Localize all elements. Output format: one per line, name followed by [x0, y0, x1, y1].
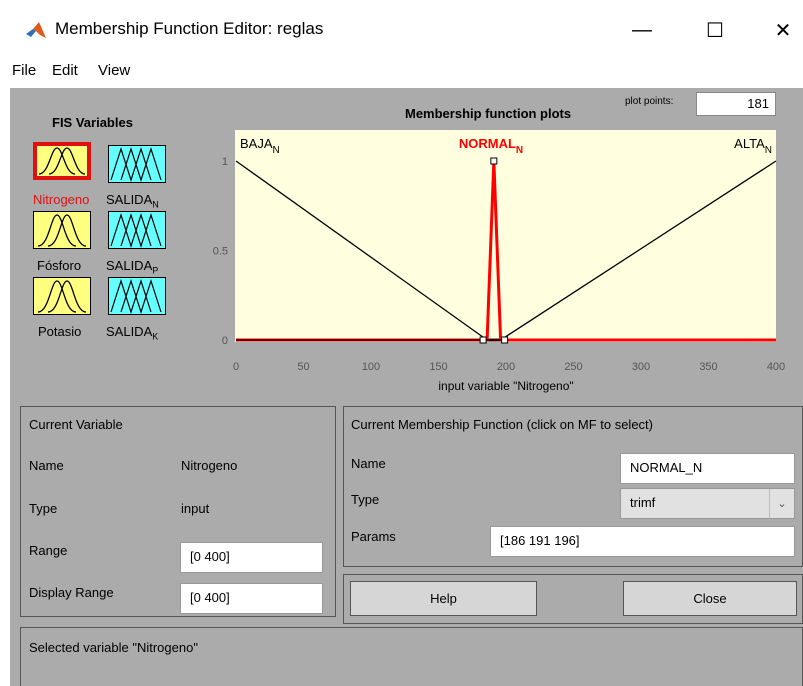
mf-params-label: Params — [351, 529, 396, 544]
mf-params-input[interactable]: [186 191 196] — [490, 526, 795, 557]
display-range-input[interactable]: [0 400] — [180, 583, 323, 614]
y-tick-label: 1 — [222, 156, 228, 168]
cv-name-value: Nitrogeno — [181, 458, 238, 473]
x-tick-label: 250 — [564, 361, 582, 373]
help-button[interactable]: Help — [350, 581, 537, 616]
mf-line-selected — [236, 160, 776, 342]
cv-type-value: input — [181, 501, 210, 516]
mf-vertex-handle — [490, 157, 498, 165]
cv-range-label: Range — [29, 543, 68, 558]
x-tick-label: 200 — [497, 361, 515, 373]
current-mf-title: Current Membership Function (click on MF… — [351, 417, 653, 432]
mf-name-input[interactable]: NORMAL_N — [620, 453, 795, 484]
mf-type-select[interactable]: trimf ⌄ — [620, 488, 795, 519]
mf-name-label: Name — [351, 456, 386, 471]
cv-type-label: Type — [29, 501, 58, 516]
mf-line — [236, 160, 777, 341]
cv-name-label: Name — [29, 458, 64, 473]
status-panel — [20, 627, 803, 686]
mf-vertex-handle — [479, 336, 487, 344]
mf-label: BAJAN — [240, 136, 280, 156]
x-tick-label: 0 — [233, 361, 239, 373]
current-variable-title: Current Variable — [29, 417, 123, 432]
y-tick-label: 0.5 — [213, 246, 228, 258]
x-tick-label: 150 — [429, 361, 447, 373]
membership-function-plot[interactable]: 0 0.5 1 0 50 100 150 200 250 300 350 400 input varia… — [0, 0, 803, 400]
mf-vertex-handle — [501, 336, 509, 344]
close-button[interactable]: Close — [623, 581, 797, 616]
mf-label: NORMALN — [459, 136, 523, 156]
status-text: Selected variable "Nitrogeno" — [29, 640, 198, 655]
mf-type-label: Type — [351, 492, 380, 507]
cv-display-range-label: Display Range — [29, 585, 114, 600]
x-tick-label: 400 — [767, 361, 785, 373]
x-tick-label: 50 — [297, 361, 309, 373]
x-axis-label: input variable "Nitrogeno" — [438, 379, 573, 393]
x-tick-label: 100 — [362, 361, 380, 373]
mf-editor-window: Membership Function Editor: reglas — ☐ ✕… — [0, 0, 803, 686]
y-tick-label: 0 — [222, 335, 228, 347]
x-tick-label: 350 — [699, 361, 717, 373]
mf-label: ALTAN — [734, 136, 772, 156]
mf-type-value: trimf — [630, 495, 656, 510]
x-tick-label: 300 — [632, 361, 650, 373]
mf-line — [235, 160, 776, 341]
chevron-down-icon: ⌄ — [769, 489, 794, 518]
range-input[interactable]: [0 400] — [180, 542, 323, 573]
